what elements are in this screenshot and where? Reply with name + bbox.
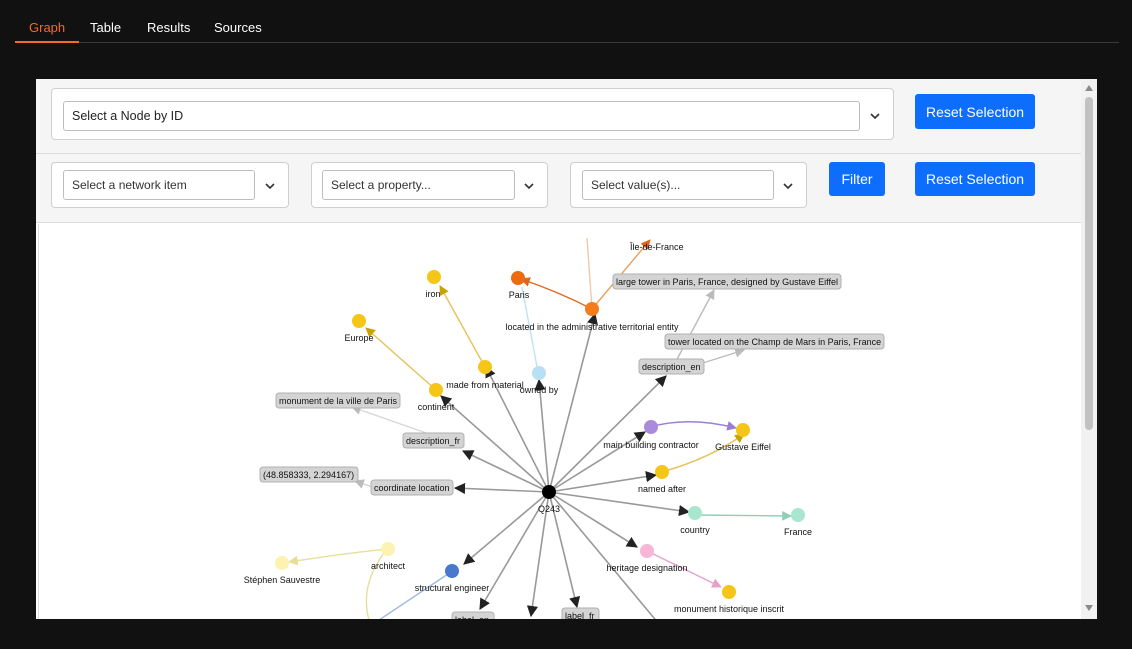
tab-bar: Graph Table Results Sources xyxy=(15,14,1119,43)
node-named-after xyxy=(655,465,669,479)
tab-sources[interactable]: Sources xyxy=(200,14,276,43)
label-architect: architect xyxy=(371,561,406,571)
box-description-fr: description_fr xyxy=(406,436,460,446)
vertical-scrollbar[interactable] xyxy=(1081,79,1097,619)
node-iron xyxy=(427,270,441,284)
property-input[interactable]: Select a property... xyxy=(322,170,515,200)
node-europe xyxy=(352,314,366,328)
label-made-from-material: made from material xyxy=(446,380,524,390)
tab-graph[interactable]: Graph xyxy=(15,14,80,43)
node-continent xyxy=(429,383,443,397)
node-q243 xyxy=(542,485,556,499)
label-monument-historique: monument historique inscrit xyxy=(674,604,785,614)
label-heritage-designation: heritage designation xyxy=(606,563,687,573)
node-main-building-contractor xyxy=(644,420,658,434)
box-coordinate-location: coordinate location xyxy=(374,483,450,493)
box-label-en: label_en xyxy=(455,615,489,619)
node-select-container: Select a Node by ID xyxy=(51,88,894,140)
scroll-down-icon[interactable] xyxy=(1085,605,1093,611)
node-labels: Île-de-France iron Paris located in the … xyxy=(244,242,812,614)
node-monument-historique xyxy=(722,585,736,599)
label-owned-by: owned by xyxy=(520,385,559,395)
node-paris xyxy=(511,271,525,285)
label-gustave-eiffel: Gustave Eiffel xyxy=(715,442,771,452)
network-item-input[interactable]: Select a network item xyxy=(63,170,255,200)
label-stephen-sauvestre: Stéphen Sauvestre xyxy=(244,575,321,585)
filter-row: Select a network item Select a property.… xyxy=(36,154,1081,223)
label-europe: Europe xyxy=(344,333,373,343)
label-continent: continent xyxy=(418,402,455,412)
label-france: France xyxy=(784,527,812,537)
label-iron: iron xyxy=(425,289,440,299)
network-graph[interactable]: Île-de-France iron Paris located in the … xyxy=(38,224,1080,619)
label-named-after: named after xyxy=(638,484,686,494)
graph-panel: Select a Node by ID Reset Selection Sele… xyxy=(36,79,1097,619)
box-coordinates-value: (48.858333, 2.294167) xyxy=(263,470,354,480)
node-france xyxy=(791,508,805,522)
box-label-fr: label_fr xyxy=(565,611,595,619)
label-structural-engineer: structural engineer xyxy=(415,583,490,593)
chevron-down-icon[interactable] xyxy=(868,109,882,123)
label-located-in: located in the administrative territoria… xyxy=(505,322,679,332)
label-main-building-contractor: main building contractor xyxy=(603,440,699,450)
scrollbar-thumb[interactable] xyxy=(1085,97,1093,430)
chevron-down-icon[interactable] xyxy=(781,179,795,193)
box-description-fr-alt-value: tower located on the Champ de Mars in Pa… xyxy=(668,337,881,347)
filter-reset-selection-button[interactable]: Reset Selection xyxy=(915,162,1035,196)
node-heritage-designation xyxy=(640,544,654,558)
chevron-down-icon[interactable] xyxy=(522,179,536,193)
secondary-edges xyxy=(288,237,792,619)
node-made-from-material xyxy=(478,360,492,374)
reset-selection-button[interactable]: Reset Selection xyxy=(915,94,1035,129)
node-gustave-eiffel xyxy=(736,423,750,437)
network-graph-canvas[interactable]: Île-de-France iron Paris located in the … xyxy=(39,224,1081,619)
box-description-en: description_en xyxy=(642,362,701,372)
label-ile-de-france: Île-de-France xyxy=(629,242,684,252)
node-select-row: Select a Node by ID Reset Selection xyxy=(36,79,1081,154)
label-paris: Paris xyxy=(509,290,530,300)
chevron-down-icon[interactable] xyxy=(263,179,277,193)
node-architect xyxy=(381,542,395,556)
network-item-select: Select a network item xyxy=(51,162,289,208)
box-description-en-value: large tower in Paris, France, designed b… xyxy=(616,277,838,287)
node-owned-by xyxy=(532,366,546,380)
property-select: Select a property... xyxy=(311,162,548,208)
filter-button[interactable]: Filter xyxy=(829,162,885,196)
box-monument-de-la-ville: monument de la ville de Paris xyxy=(279,396,398,406)
node-select-input[interactable]: Select a Node by ID xyxy=(63,101,860,131)
tab-results[interactable]: Results xyxy=(133,14,204,43)
value-select: Select value(s)... xyxy=(570,162,807,208)
scroll-up-icon[interactable] xyxy=(1085,85,1093,91)
value-input[interactable]: Select value(s)... xyxy=(582,170,774,200)
node-country xyxy=(688,506,702,520)
tab-table[interactable]: Table xyxy=(76,14,135,43)
node-located-in xyxy=(585,302,599,316)
label-q243: Q243 xyxy=(538,504,560,514)
node-structural-engineer xyxy=(445,564,459,578)
node-stephen-sauvestre xyxy=(275,556,289,570)
label-country: country xyxy=(680,525,710,535)
